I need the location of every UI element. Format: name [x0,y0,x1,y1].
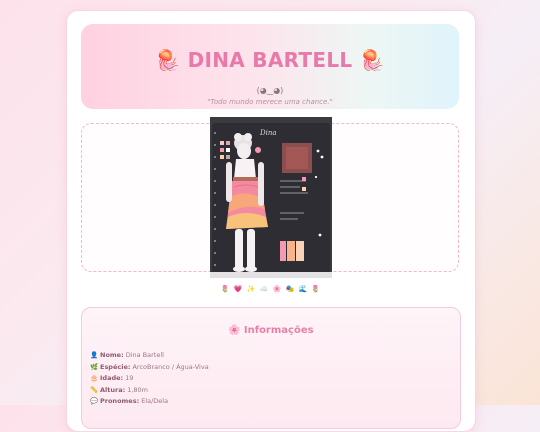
info-section: 🌸 Informações 👤 Nome: Dina Bartell 🌿 Espécie… [81,307,461,429]
field-label: Idade: [100,374,124,382]
person-icon: 👤 [90,351,99,359]
field-label: Altura: [100,385,126,394]
character-quote: "Todo mundo merece uma chance." [207,98,333,106]
jellyfish-icon: 🪼 [359,48,385,72]
field-value: 1,80m [127,385,148,394]
field-age: 🎂 Idade: 19 [90,373,209,385]
profile-card: 🪼 DINA BARTELL 🪼 (◕‿◕) "Todo mundo merec… [66,10,476,432]
decorative-emoji-row: 🌷 💗 ✨ ☁️ 🌸 🎭 🌊 🌷 [220,285,322,293]
page-title: 🪼 DINA BARTELL 🪼 [81,48,459,72]
field-value: Ela/Dela [141,397,169,405]
cake-icon: 🎂 [90,374,99,382]
image-gallery: Dina [81,117,459,278]
field-label: Pronomes: [100,397,140,405]
field-name: 👤 Nome: Dina Bartell [90,350,209,362]
character-name: DINA BARTELL [187,48,353,72]
field-value: 19 [125,374,134,382]
field-value: Dina Bartell [125,351,164,359]
ruler-icon: 📏 [90,385,99,394]
kaomoji: (◕‿◕) [256,86,284,95]
character-reference-image[interactable]: Dina [210,117,332,278]
field-value: ArcoBranco / Água-Viva [132,362,209,371]
field-height: 📏 Altura: 1,80m [90,385,209,397]
field-label: Nome: [100,351,124,359]
field-pronouns: 💬 Pronomes: Ela/Dela [90,396,209,408]
field-species: 🌿 Espécie: ArcoBranco / Água-Viva [90,362,209,374]
section-title: 🌸 Informações [82,325,460,336]
field-label: Espécie: [100,362,131,371]
speech-bubble-icon: 💬 [90,397,99,405]
profile-header: 🪼 DINA BARTELL 🪼 (◕‿◕) "Todo mundo merec… [81,24,459,109]
section-title-label: Informações [243,325,314,336]
info-fields: 👤 Nome: Dina Bartell 🌿 Espécie: ArcoBranco /… [90,350,209,408]
image-label: Dina [259,129,277,137]
leaf-icon: 🌿 [90,362,99,371]
flower-icon: 🌸 [228,325,241,336]
jellyfish-icon: 🪼 [155,48,181,72]
